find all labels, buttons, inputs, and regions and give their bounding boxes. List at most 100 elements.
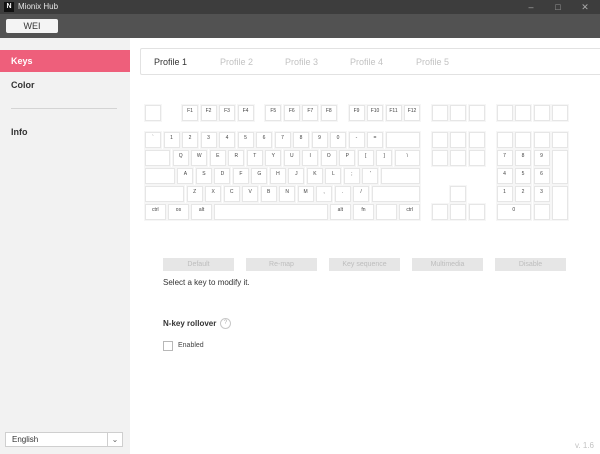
key-sequence-button[interactable]: Key sequence xyxy=(329,258,400,271)
keyboard-key[interactable] xyxy=(214,204,328,220)
keyboard-key[interactable]: ` xyxy=(145,132,161,148)
keyboard-key[interactable]: 1 xyxy=(163,132,180,148)
multimedia-button[interactable]: Multimedia xyxy=(412,258,483,271)
keyboard-key[interactable] xyxy=(533,132,550,148)
keyboard-key[interactable]: 2 xyxy=(515,186,531,202)
keyboard-key[interactable]: alt xyxy=(191,204,212,220)
keyboard-key[interactable]: / xyxy=(353,186,370,202)
keyboard-key[interactable]: F xyxy=(232,168,249,184)
keyboard-key[interactable]: 5 xyxy=(515,168,531,184)
keyboard-key[interactable]: os xyxy=(168,204,189,220)
minimize-icon[interactable]: – xyxy=(518,0,544,14)
sidebar-item-color[interactable]: Color xyxy=(0,74,130,96)
keyboard-key[interactable]: 8 xyxy=(515,150,531,166)
keyboard-key[interactable] xyxy=(431,132,448,148)
keyboard-key[interactable]: - xyxy=(348,132,365,148)
keyboard-key[interactable] xyxy=(450,132,467,148)
keyboard-key[interactable]: F9 xyxy=(348,105,365,121)
keyboard-key[interactable] xyxy=(468,150,485,166)
chevron-down-icon[interactable]: ⌄ xyxy=(107,433,122,446)
keyboard-key[interactable]: 4 xyxy=(496,168,513,184)
keyboard-key[interactable]: U xyxy=(283,150,300,166)
keyboard-key[interactable]: fn xyxy=(353,204,374,220)
tab-profile-4[interactable]: Profile 4 xyxy=(350,57,383,67)
keyboard-key[interactable]: F5 xyxy=(265,105,282,121)
keyboard-key[interactable]: F12 xyxy=(404,105,420,121)
remap-button[interactable]: Re-map xyxy=(246,258,317,271)
default-button[interactable]: Default xyxy=(163,258,234,271)
keyboard-key[interactable]: F10 xyxy=(367,105,383,121)
keyboard-key[interactable]: K xyxy=(306,168,323,184)
keyboard-key[interactable] xyxy=(552,132,568,148)
keyboard-key[interactable]: ctrl xyxy=(145,204,166,220)
keyboard-key[interactable] xyxy=(496,105,513,121)
keyboard-key[interactable]: T xyxy=(246,150,263,166)
keyboard-key[interactable]: 3 xyxy=(533,186,550,202)
keyboard-key[interactable]: 0 xyxy=(330,132,346,148)
keyboard-key[interactable]: Y xyxy=(265,150,282,166)
keyboard-key[interactable]: 2 xyxy=(182,132,198,148)
language-select[interactable]: English ⌄ xyxy=(5,432,123,447)
keyboard-key[interactable]: 0 xyxy=(496,204,531,220)
keyboard-key[interactable] xyxy=(145,168,175,184)
keyboard-key[interactable]: 4 xyxy=(219,132,235,148)
keyboard-key[interactable]: \ xyxy=(394,150,420,166)
keyboard-key[interactable]: R xyxy=(228,150,245,166)
keyboard-key[interactable]: ' xyxy=(362,168,379,184)
tab-profile-5[interactable]: Profile 5 xyxy=(416,57,449,67)
keyboard-key[interactable]: C xyxy=(223,186,240,202)
keyboard-key[interactable]: 7 xyxy=(274,132,291,148)
keyboard-key[interactable] xyxy=(380,168,420,184)
keyboard-key[interactable]: G xyxy=(251,168,268,184)
keyboard-key[interactable] xyxy=(552,186,568,220)
keyboard-key[interactable] xyxy=(450,150,467,166)
keyboard-key[interactable]: 8 xyxy=(293,132,309,148)
keyboard-key[interactable]: N xyxy=(279,186,296,202)
keyboard-key[interactable]: Q xyxy=(172,150,189,166)
keyboard-key[interactable]: 9 xyxy=(311,132,328,148)
keyboard-key[interactable] xyxy=(450,105,467,121)
device-button[interactable]: WEI xyxy=(6,19,58,33)
keyboard-key[interactable] xyxy=(376,204,397,220)
keyboard-key[interactable]: F4 xyxy=(237,105,254,121)
keyboard-key[interactable]: D xyxy=(214,168,231,184)
keyboard-key[interactable]: F6 xyxy=(283,105,300,121)
maximize-icon[interactable]: □ xyxy=(545,0,571,14)
keyboard-key[interactable]: F8 xyxy=(320,105,337,121)
tab-profile-1[interactable]: Profile 1 xyxy=(154,57,187,67)
keyboard-key[interactable]: 6 xyxy=(533,168,550,184)
keyboard-key[interactable] xyxy=(533,204,550,220)
keyboard-key[interactable]: , xyxy=(316,186,333,202)
disable-button[interactable]: Disable xyxy=(495,258,566,271)
keyboard-key[interactable]: 5 xyxy=(237,132,254,148)
keyboard-key[interactable] xyxy=(515,132,531,148)
keyboard-key[interactable]: 7 xyxy=(496,150,513,166)
keyboard-key[interactable] xyxy=(371,186,420,202)
keyboard-key[interactable] xyxy=(468,132,485,148)
keyboard-key[interactable] xyxy=(468,105,485,121)
keyboard-key[interactable] xyxy=(468,204,485,220)
keyboard-key[interactable] xyxy=(145,150,171,166)
keyboard-key[interactable]: O xyxy=(320,150,337,166)
keyboard-key[interactable]: A xyxy=(177,168,194,184)
keyboard-key[interactable]: ; xyxy=(343,168,360,184)
keyboard-key[interactable]: alt xyxy=(330,204,351,220)
keyboard-key[interactable]: V xyxy=(242,186,259,202)
keyboard-key[interactable]: X xyxy=(205,186,222,202)
keyboard-key[interactable]: . xyxy=(334,186,351,202)
keyboard-key[interactable]: B xyxy=(260,186,277,202)
keyboard-key[interactable]: I xyxy=(302,150,319,166)
keyboard-key[interactable]: [ xyxy=(357,150,374,166)
keyboard-key[interactable]: S xyxy=(195,168,212,184)
keyboard-key[interactable] xyxy=(385,132,420,148)
keyboard-key[interactable]: = xyxy=(367,132,383,148)
keyboard-key[interactable]: J xyxy=(288,168,305,184)
keyboard-key[interactable]: 9 xyxy=(533,150,550,166)
tab-profile-2[interactable]: Profile 2 xyxy=(220,57,253,67)
keyboard-key[interactable] xyxy=(145,186,185,202)
keyboard-key[interactable] xyxy=(431,150,448,166)
keyboard-key[interactable]: 1 xyxy=(496,186,513,202)
keyboard-key[interactable]: 3 xyxy=(200,132,217,148)
keyboard-key[interactable] xyxy=(431,105,448,121)
keyboard-key[interactable]: H xyxy=(269,168,286,184)
